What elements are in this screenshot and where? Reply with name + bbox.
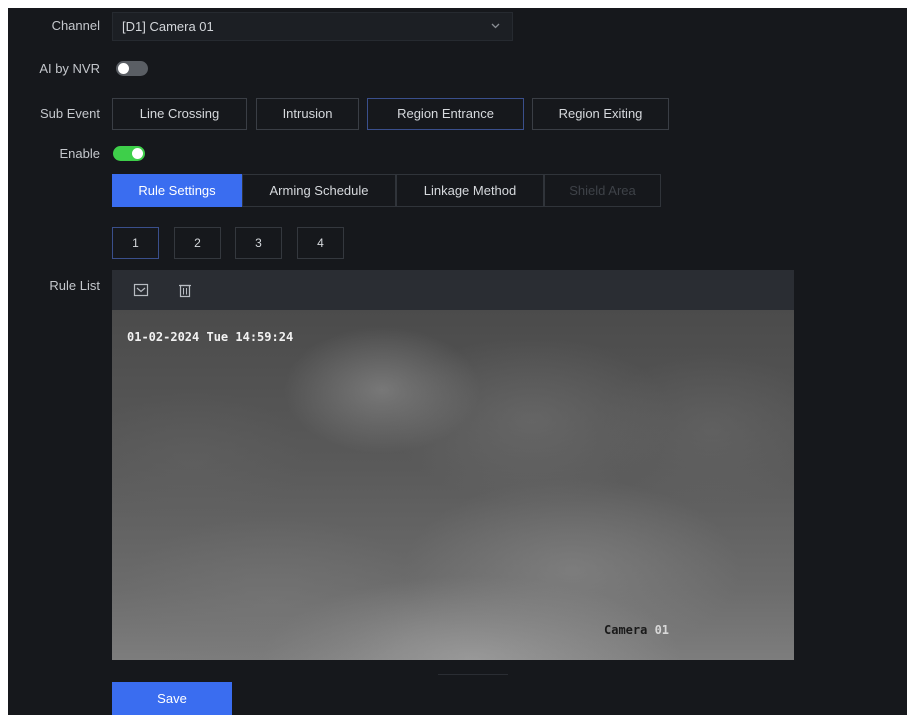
sub-event-region-entrance[interactable]: Region Entrance	[367, 98, 524, 130]
rule-list-toolbar	[112, 270, 794, 310]
rule-number-1[interactable]: 1	[112, 227, 159, 259]
sub-event-label: Sub Event	[40, 106, 100, 121]
rule-number-2[interactable]: 2	[174, 227, 221, 259]
draw-region-icon[interactable]	[133, 282, 149, 298]
tab-arming-schedule[interactable]: Arming Schedule	[242, 174, 396, 207]
chevron-down-icon	[491, 23, 500, 29]
rule-number-3[interactable]: 3	[235, 227, 282, 259]
video-timestamp: 01-02-2024 Tue 14:59:24	[127, 330, 294, 344]
rule-number-4[interactable]: 4	[297, 227, 344, 259]
sub-event-intrusion[interactable]: Intrusion	[256, 98, 359, 130]
enable-toggle[interactable]	[113, 146, 145, 161]
tab-linkage-method[interactable]: Linkage Method	[396, 174, 544, 207]
trash-icon[interactable]	[177, 282, 193, 298]
toggle-knob	[118, 63, 129, 74]
video-camera-name-number: 01	[654, 623, 670, 637]
save-button[interactable]: Save	[112, 682, 232, 715]
divider	[438, 674, 508, 675]
camera-live-view[interactable]: 01-02-2024 Tue 14:59:24 Camera 01	[112, 310, 794, 660]
smart-event-settings-panel: Channel [D1] Camera 01 AI by NVR Sub Eve…	[8, 8, 907, 715]
channel-label: Channel	[51, 18, 100, 33]
rule-list-label: Rule List	[49, 278, 100, 293]
video-camera-name: Camera 01	[604, 623, 669, 637]
channel-select[interactable]: [D1] Camera 01	[112, 12, 513, 41]
tab-rule-settings[interactable]: Rule Settings	[112, 174, 242, 207]
ai-by-nvr-label: AI by NVR	[39, 61, 100, 76]
sub-event-region-exiting[interactable]: Region Exiting	[532, 98, 669, 130]
enable-label: Enable	[59, 146, 100, 161]
sub-event-line-crossing[interactable]: Line Crossing	[112, 98, 247, 130]
toggle-knob	[132, 148, 143, 159]
channel-select-value: [D1] Camera 01	[122, 19, 214, 34]
ai-by-nvr-toggle[interactable]	[116, 61, 148, 76]
tab-shield-area: Shield Area	[544, 174, 661, 207]
video-camera-name-prefix: Camera	[604, 623, 655, 637]
